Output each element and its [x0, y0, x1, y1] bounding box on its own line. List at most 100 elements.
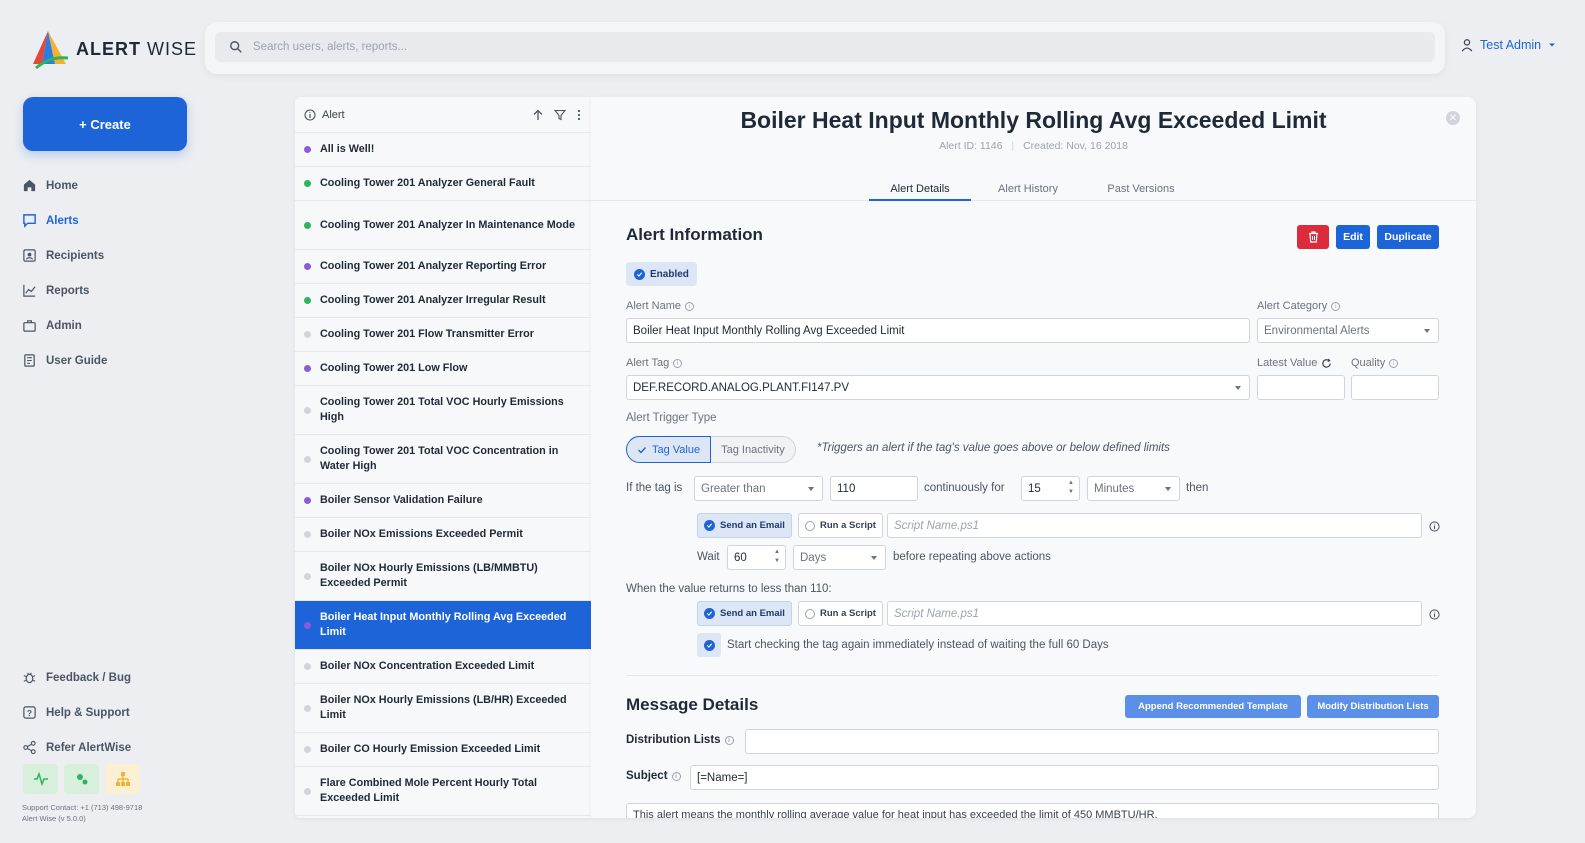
- alert-list-item[interactable]: Cooling Tower 201 Total VOC Hourly Emiss…: [295, 386, 591, 435]
- alert-list-item[interactable]: Cooling Tower 201 Analyzer Irregular Res…: [295, 284, 591, 318]
- alert-list-item[interactable]: Cooling Tower 201 Low Flow: [295, 352, 591, 386]
- send-email-label: Send an Email: [720, 608, 785, 619]
- duplicate-button[interactable]: Duplicate: [1377, 225, 1439, 249]
- nav-item-home[interactable]: Home: [22, 168, 107, 203]
- duration-unit-select[interactable]: Minutes: [1087, 476, 1180, 501]
- delete-button[interactable]: [1297, 225, 1329, 249]
- run-script-toggle[interactable]: Run a Script: [798, 513, 883, 538]
- send-email-toggle[interactable]: Send an Email: [697, 513, 792, 538]
- org-chart-icon[interactable]: [105, 764, 140, 794]
- alert-list-item[interactable]: Boiler NOx Hourly Emissions (LB/MMBTU) E…: [295, 552, 591, 601]
- pulse-icon[interactable]: [23, 764, 58, 794]
- search-input[interactable]: [253, 41, 1353, 53]
- alert-list-item[interactable]: Cooling Tower 201 Total VOC Concentratio…: [295, 435, 591, 484]
- filter-icon[interactable]: [554, 109, 566, 121]
- subject-field[interactable]: [=Name=]: [690, 765, 1439, 790]
- alert-list-item[interactable]: Cooling Tower 201 Analyzer In Maintenanc…: [295, 201, 591, 250]
- return-run-script-toggle[interactable]: Run a Script: [798, 601, 883, 626]
- duration-value: 15: [1028, 482, 1041, 495]
- script-name-input[interactable]: Script Name.ps1: [887, 513, 1422, 538]
- book-icon: [24, 354, 35, 367]
- alert-list-item[interactable]: Boiler CO Hourly Emission Exceeded Limit: [295, 733, 591, 767]
- info-icon: i: [685, 301, 695, 311]
- app-logo[interactable]: ALERT WISE: [30, 28, 197, 70]
- enabled-toggle[interactable]: Enabled: [626, 262, 697, 286]
- chat-icon: [23, 214, 36, 228]
- user-name: Test Admin: [1480, 38, 1542, 52]
- alert-category-select[interactable]: Environmental Alerts: [1257, 318, 1439, 343]
- nav-item-alerts[interactable]: Alerts: [22, 203, 107, 238]
- alert-list-title: Alert: [322, 108, 345, 121]
- nav-item-refer[interactable]: Refer AlertWise: [22, 730, 131, 765]
- start-checking-checkbox[interactable]: [697, 633, 721, 657]
- nav-item-reports[interactable]: Reports: [22, 273, 107, 308]
- detail-tabs: Alert Details Alert History Past Version…: [591, 179, 1476, 201]
- stepper-arrows-icon[interactable]: ▲ ▼: [774, 549, 780, 564]
- top-search-bar: [205, 22, 1445, 74]
- trigger-type-label: Alert Trigger Type: [626, 412, 717, 424]
- alert-list-item[interactable]: Boiler NOx Concentration Exceeded Limit: [295, 650, 591, 684]
- nav-item-admin[interactable]: Admin: [22, 308, 107, 343]
- message-body-field[interactable]: This alert means the monthly rolling ave…: [626, 803, 1439, 818]
- status-dot-icon: [304, 263, 311, 270]
- alert-list-item[interactable]: Cooling Tower 201 Flow Transmitter Error: [295, 318, 591, 352]
- alert-detail-panel: Boiler Heat Input Monthly Rolling Avg Ex…: [591, 97, 1476, 818]
- alert-list-item-label: Boiler NOx Hourly Emissions (LB/MMBTU) E…: [320, 562, 538, 589]
- tab-past-versions[interactable]: Past Versions: [1094, 179, 1188, 201]
- settings-icon[interactable]: [64, 764, 99, 794]
- trigger-tag-inactivity-option[interactable]: Tag Inactivity: [711, 436, 796, 463]
- search-icon: [230, 41, 242, 53]
- comparator-select[interactable]: Greater than: [694, 476, 823, 501]
- sort-arrow-up-icon[interactable]: [532, 109, 544, 121]
- return-send-email-toggle[interactable]: Send an Email: [697, 601, 792, 626]
- info-icon: i: [724, 735, 734, 745]
- trigger-tag-value-label: Tag Value: [652, 443, 701, 456]
- app-version: Alert Wise (v 5.0.0): [22, 814, 86, 823]
- close-icon[interactable]: ✕: [1446, 111, 1460, 125]
- alert-information-title: Alert Information: [626, 225, 763, 244]
- run-script-label: Run a Script: [820, 608, 876, 619]
- return-script-name-input[interactable]: Script Name.ps1: [887, 601, 1422, 626]
- status-dot-icon: [304, 455, 311, 463]
- alert-list-item[interactable]: Cooling Tower 201 Analyzer Reporting Err…: [295, 250, 591, 284]
- alert-list: All is Well! Cooling Tower 201 Analyzer G…: [295, 133, 591, 818]
- alert-list-item[interactable]: Flare Combined Mole Percent Instantaneou…: [295, 816, 591, 818]
- alert-list-item[interactable]: Cooling Tower 201 Analyzer General Fault: [295, 167, 591, 201]
- alert-list-item[interactable]: Flare Combined Mole Percent Hourly Total…: [295, 767, 591, 816]
- more-vertical-icon[interactable]: [576, 109, 582, 121]
- nav-item-recipients[interactable]: Recipients: [22, 238, 107, 273]
- trash-icon: [1308, 231, 1318, 243]
- nav-item-feedback[interactable]: Feedback / Bug: [22, 660, 131, 695]
- edit-button[interactable]: Edit: [1336, 225, 1370, 249]
- nav-item-help[interactable]: ? Help & Support: [22, 695, 131, 730]
- threshold-input[interactable]: 110: [830, 476, 918, 501]
- wait-stepper[interactable]: 60 ▲ ▼: [727, 545, 786, 570]
- trigger-tag-value-option[interactable]: Tag Value: [626, 436, 712, 463]
- alert-list-panel: Alert All is Well! Cooling Tower 201 Anal…: [295, 97, 591, 818]
- alert-name-field[interactable]: Boiler Heat Input Monthly Rolling Avg Ex…: [626, 318, 1250, 343]
- check-circle-icon: [703, 639, 715, 651]
- duration-stepper[interactable]: 15 ▲ ▼: [1021, 476, 1080, 501]
- search-box[interactable]: [215, 32, 1435, 62]
- wait-unit-select[interactable]: Days: [793, 545, 886, 570]
- alert-list-item[interactable]: Boiler NOx Hourly Emissions (LB/HR) Exce…: [295, 684, 591, 733]
- append-template-button[interactable]: Append Recommended Template: [1125, 695, 1301, 718]
- stepper-arrows-icon[interactable]: ▲ ▼: [1068, 480, 1074, 495]
- alert-list-item-label: Boiler CO Hourly Emission Exceeded Limit: [320, 743, 541, 755]
- alert-list-item[interactable]: Boiler NOx Emissions Exceeded Permit: [295, 518, 591, 552]
- start-checking-label: Start checking the tag again immediately…: [727, 639, 1109, 651]
- alert-list-item-label: Cooling Tower 201 Total VOC Concentratio…: [320, 445, 559, 472]
- alert-list-item[interactable]: Boiler Heat Input Monthly Rolling Avg Ex…: [295, 601, 591, 650]
- alert-tag-select[interactable]: DEF.RECORD.ANALOG.PLANT.FI147.PV: [626, 375, 1250, 400]
- alert-list-item[interactable]: All is Well!: [295, 133, 591, 167]
- tab-alert-details[interactable]: Alert Details: [869, 179, 971, 201]
- if-tag-is-label: If the tag is: [626, 482, 683, 494]
- user-menu[interactable]: Test Admin: [1460, 38, 1557, 52]
- create-button[interactable]: + Create: [23, 97, 187, 151]
- alert-list-item[interactable]: Boiler Sensor Validation Failure: [295, 484, 591, 518]
- distribution-lists-field[interactable]: [745, 729, 1439, 754]
- refresh-icon[interactable]: [1321, 358, 1332, 369]
- nav-item-user-guide[interactable]: User Guide: [22, 343, 107, 378]
- modify-distribution-lists-button[interactable]: Modify Distribution Lists: [1307, 695, 1439, 718]
- tab-alert-history[interactable]: Alert History: [983, 179, 1073, 201]
